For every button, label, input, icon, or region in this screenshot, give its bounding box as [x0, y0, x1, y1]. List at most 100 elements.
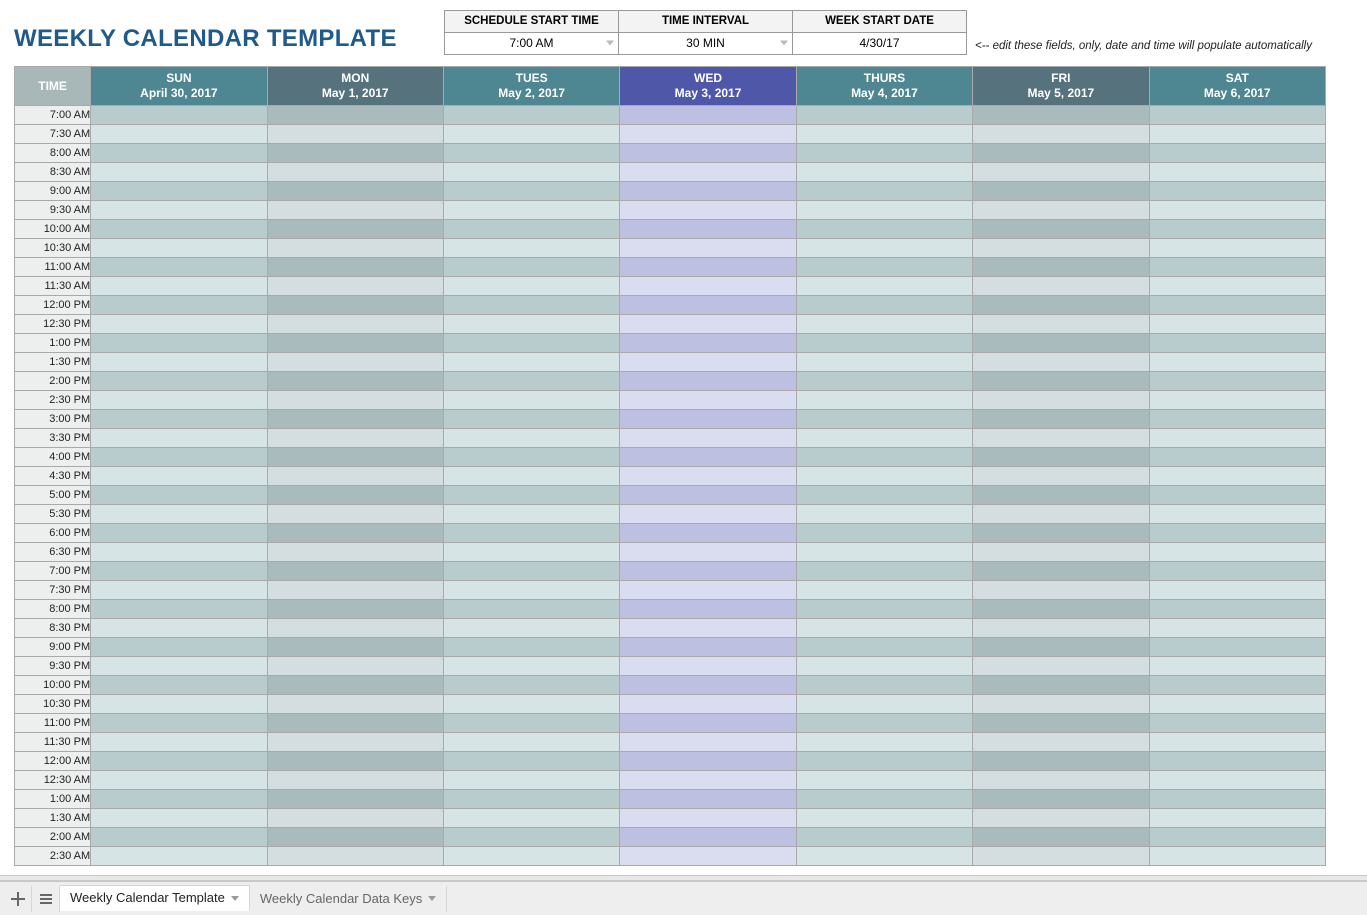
schedule-cell[interactable] — [796, 657, 972, 676]
schedule-cell[interactable] — [267, 125, 443, 144]
schedule-cell[interactable] — [91, 809, 267, 828]
schedule-cell[interactable] — [443, 201, 619, 220]
schedule-cell[interactable] — [973, 752, 1149, 771]
schedule-cell[interactable] — [91, 581, 267, 600]
schedule-cell[interactable] — [267, 391, 443, 410]
schedule-cell[interactable] — [620, 315, 796, 334]
schedule-cell[interactable] — [443, 524, 619, 543]
schedule-cell[interactable] — [91, 619, 267, 638]
schedule-cell[interactable] — [267, 657, 443, 676]
schedule-cell[interactable] — [267, 410, 443, 429]
schedule-cell[interactable] — [796, 448, 972, 467]
schedule-cell[interactable] — [267, 733, 443, 752]
schedule-cell[interactable] — [620, 353, 796, 372]
schedule-cell[interactable] — [796, 600, 972, 619]
schedule-cell[interactable] — [1149, 619, 1325, 638]
schedule-cell[interactable] — [1149, 353, 1325, 372]
schedule-cell[interactable] — [620, 486, 796, 505]
schedule-cell[interactable] — [267, 809, 443, 828]
schedule-cell[interactable] — [443, 847, 619, 866]
schedule-cell[interactable] — [1149, 182, 1325, 201]
schedule-cell[interactable] — [91, 676, 267, 695]
schedule-cell[interactable] — [973, 581, 1149, 600]
schedule-cell[interactable] — [267, 258, 443, 277]
schedule-cell[interactable] — [1149, 334, 1325, 353]
schedule-cell[interactable] — [267, 315, 443, 334]
schedule-cell[interactable] — [267, 505, 443, 524]
schedule-cell[interactable] — [443, 638, 619, 657]
schedule-cell[interactable] — [443, 714, 619, 733]
schedule-cell[interactable] — [973, 524, 1149, 543]
config-interval-input[interactable]: 30 MIN — [619, 32, 793, 54]
schedule-cell[interactable] — [620, 676, 796, 695]
schedule-cell[interactable] — [796, 714, 972, 733]
schedule-cell[interactable] — [973, 657, 1149, 676]
schedule-cell[interactable] — [443, 505, 619, 524]
schedule-cell[interactable] — [620, 562, 796, 581]
sheet-tab-active[interactable]: Weekly Calendar Template — [60, 885, 250, 911]
schedule-cell[interactable] — [91, 828, 267, 847]
schedule-cell[interactable] — [267, 353, 443, 372]
all-sheets-button[interactable] — [32, 886, 60, 912]
schedule-cell[interactable] — [973, 334, 1149, 353]
schedule-cell[interactable] — [443, 600, 619, 619]
schedule-cell[interactable] — [1149, 144, 1325, 163]
schedule-cell[interactable] — [796, 752, 972, 771]
schedule-cell[interactable] — [1149, 505, 1325, 524]
schedule-cell[interactable] — [796, 581, 972, 600]
schedule-cell[interactable] — [91, 296, 267, 315]
schedule-cell[interactable] — [620, 714, 796, 733]
schedule-cell[interactable] — [796, 106, 972, 125]
schedule-cell[interactable] — [620, 771, 796, 790]
schedule-cell[interactable] — [973, 543, 1149, 562]
schedule-cell[interactable] — [620, 334, 796, 353]
schedule-cell[interactable] — [796, 733, 972, 752]
schedule-cell[interactable] — [91, 600, 267, 619]
schedule-cell[interactable] — [973, 714, 1149, 733]
schedule-cell[interactable] — [1149, 695, 1325, 714]
schedule-cell[interactable] — [796, 277, 972, 296]
schedule-cell[interactable] — [91, 182, 267, 201]
schedule-cell[interactable] — [443, 562, 619, 581]
schedule-cell[interactable] — [443, 467, 619, 486]
schedule-cell[interactable] — [267, 372, 443, 391]
schedule-cell[interactable] — [91, 847, 267, 866]
schedule-cell[interactable] — [973, 790, 1149, 809]
schedule-cell[interactable] — [796, 467, 972, 486]
schedule-cell[interactable] — [620, 296, 796, 315]
schedule-cell[interactable] — [620, 448, 796, 467]
add-sheet-button[interactable] — [4, 886, 32, 912]
schedule-cell[interactable] — [620, 239, 796, 258]
schedule-cell[interactable] — [443, 771, 619, 790]
schedule-cell[interactable] — [796, 410, 972, 429]
schedule-cell[interactable] — [973, 562, 1149, 581]
schedule-cell[interactable] — [620, 695, 796, 714]
schedule-cell[interactable] — [973, 505, 1149, 524]
schedule-cell[interactable] — [443, 296, 619, 315]
schedule-cell[interactable] — [91, 448, 267, 467]
schedule-cell[interactable] — [267, 771, 443, 790]
schedule-cell[interactable] — [1149, 828, 1325, 847]
schedule-cell[interactable] — [1149, 543, 1325, 562]
schedule-cell[interactable] — [1149, 372, 1325, 391]
schedule-cell[interactable] — [267, 144, 443, 163]
schedule-cell[interactable] — [91, 790, 267, 809]
schedule-cell[interactable] — [91, 144, 267, 163]
schedule-cell[interactable] — [91, 467, 267, 486]
schedule-cell[interactable] — [267, 296, 443, 315]
schedule-cell[interactable] — [267, 239, 443, 258]
schedule-cell[interactable] — [1149, 581, 1325, 600]
schedule-cell[interactable] — [973, 125, 1149, 144]
schedule-cell[interactable] — [91, 771, 267, 790]
schedule-cell[interactable] — [796, 391, 972, 410]
schedule-cell[interactable] — [1149, 410, 1325, 429]
schedule-cell[interactable] — [973, 771, 1149, 790]
schedule-cell[interactable] — [267, 448, 443, 467]
schedule-cell[interactable] — [443, 676, 619, 695]
schedule-cell[interactable] — [973, 163, 1149, 182]
schedule-cell[interactable] — [91, 695, 267, 714]
schedule-cell[interactable] — [443, 619, 619, 638]
schedule-cell[interactable] — [267, 220, 443, 239]
schedule-cell[interactable] — [1149, 125, 1325, 144]
schedule-cell[interactable] — [796, 258, 972, 277]
